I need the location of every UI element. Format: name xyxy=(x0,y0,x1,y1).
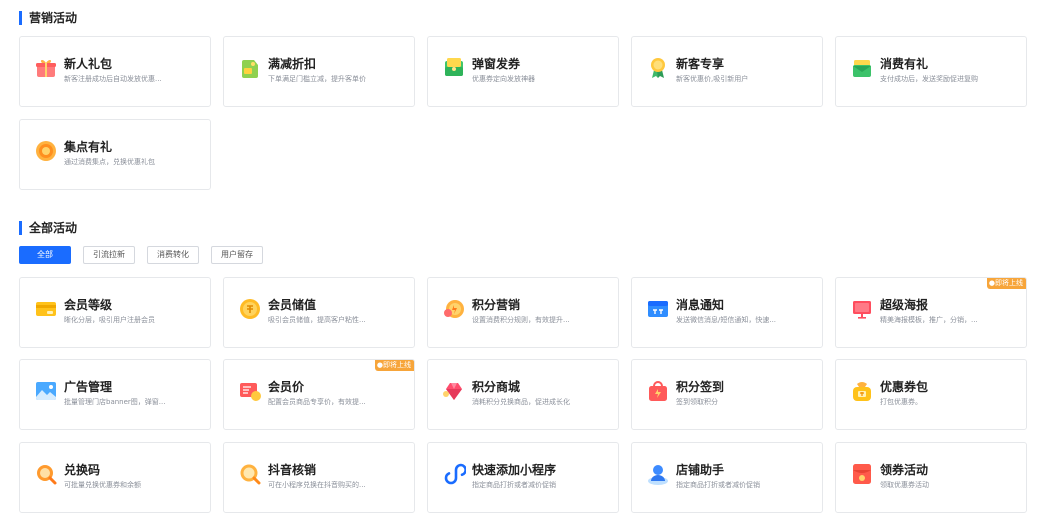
marketing-card[interactable]: 新人礼包新客注册成功后自动发放优惠... xyxy=(19,36,211,107)
card-title: 领券活动 xyxy=(880,463,929,477)
card-title: 新人礼包 xyxy=(64,57,113,71)
card-description: 可批量兑换优惠券和余额 xyxy=(64,481,141,489)
card-description: 精美海报模板，推广，分销，... xyxy=(880,316,978,324)
card-description: 新客优惠价,吸引新用户 xyxy=(676,75,749,83)
marketing-card[interactable]: 新客专享新客优惠价,吸引新用户 xyxy=(631,36,823,107)
card-title: 快速添加小程序 xyxy=(472,463,557,477)
card-title: 兑换码 xyxy=(64,463,101,477)
marketing-card[interactable]: 集点有礼通过消费集点，兑换优惠礼包 xyxy=(19,119,211,190)
card-description: 设置消费积分规则，有效提升... xyxy=(472,316,570,324)
activity-card[interactable]: 积分签到签到领取积分 xyxy=(631,359,823,430)
activity-card[interactable]: 会员储值吸引会员储值，提高客户粘性... xyxy=(223,277,415,348)
discount-tag-icon xyxy=(238,56,262,80)
card-title: 会员储值 xyxy=(268,298,317,312)
activity-card[interactable]: 兑换码可批量兑换优惠券和余额 xyxy=(19,442,211,513)
activity-card[interactable]: 积分营销设置消费积分规则，有效提升... xyxy=(427,277,619,348)
message-icon xyxy=(646,297,670,321)
activity-card[interactable]: 超级海报精美海报模板，推广，分销，... ●即将上线 xyxy=(835,277,1027,348)
card-title: 优惠券包 xyxy=(880,380,929,394)
card-title: 广告管理 xyxy=(64,380,113,394)
marketing-card[interactable]: 满减折扣下单满足门槛立减，提升客单价 xyxy=(223,36,415,107)
tab-all[interactable]: 全部 xyxy=(19,246,71,264)
card-description: 通过消费集点，兑换优惠礼包 xyxy=(64,158,155,166)
card-description: 下单满足门槛立减，提升客单价 xyxy=(268,75,366,83)
poster-icon xyxy=(850,297,874,321)
tab-conversion[interactable]: 消费转化 xyxy=(147,246,199,264)
card-title: 积分营销 xyxy=(472,298,521,312)
card-description: 打包优惠券。 xyxy=(880,398,922,406)
activity-card[interactable]: 积分商城消耗积分兑换商品，促进成长化 xyxy=(427,359,619,430)
card-description: 签到领取积分 xyxy=(676,398,718,406)
card-description: 吸引会员储值，提高客户粘性... xyxy=(268,316,366,324)
card-description: 新客注册成功后自动发放优惠... xyxy=(64,75,162,83)
card-description: 发送微信消息/短信通知，快速... xyxy=(676,316,777,324)
activity-card[interactable]: 领券活动领取优惠券活动 xyxy=(835,442,1027,513)
points-coin-icon xyxy=(34,139,58,163)
red-envelope-icon xyxy=(850,462,874,486)
activity-card[interactable]: 店铺助手指定商品打折或者减价促销 xyxy=(631,442,823,513)
card-description: 指定商品打折或者减价促销 xyxy=(472,481,556,489)
section-title-marketing: 营销活动 xyxy=(19,11,77,25)
card-title: 会员等级 xyxy=(64,298,113,312)
tab-retention[interactable]: 用户留存 xyxy=(211,246,263,264)
activity-card[interactable]: 快速添加小程序指定商品打折或者减价促销 xyxy=(427,442,619,513)
card-title: 抖音核销 xyxy=(268,463,317,477)
tab-acquisition[interactable]: 引流拉新 xyxy=(83,246,135,264)
coin-icon xyxy=(238,297,262,321)
card-description: 批量管理门店banner图，弹窗... xyxy=(64,398,166,406)
sign-in-bag-icon xyxy=(646,379,670,403)
douyin-verify-icon xyxy=(238,462,262,486)
points-icon xyxy=(442,297,466,321)
marketing-card[interactable]: 弹窗发券优惠券定向发放神器 xyxy=(427,36,619,107)
card-title: 消息通知 xyxy=(676,298,725,312)
vip-card-icon xyxy=(34,297,58,321)
gem-icon xyxy=(442,379,466,403)
medal-icon xyxy=(646,56,670,80)
card-title: 积分商城 xyxy=(472,380,521,394)
card-description: 指定商品打折或者减价促销 xyxy=(676,481,760,489)
card-title: 弹窗发券 xyxy=(472,57,521,71)
activity-card[interactable]: 会员价配置会员商品专享价，有效提... ●即将上线 xyxy=(223,359,415,430)
card-title: 超级海报 xyxy=(880,298,929,312)
card-description: 可在小程序兑换在抖音购买的... xyxy=(268,481,366,489)
card-description: 优惠券定向发放神器 xyxy=(472,75,535,83)
mini-program-icon xyxy=(442,462,466,486)
assistant-icon xyxy=(646,462,670,486)
redeem-code-icon xyxy=(34,462,58,486)
activity-card[interactable]: 抖音核销可在小程序兑换在抖音购买的... xyxy=(223,442,415,513)
activity-card[interactable]: 优惠券包打包优惠券。 xyxy=(835,359,1027,430)
card-title: 消费有礼 xyxy=(880,57,929,71)
coupon-bag-icon xyxy=(850,379,874,403)
card-description: 消耗积分兑换商品，促进成长化 xyxy=(472,398,570,406)
card-title: 会员价 xyxy=(268,380,305,394)
reward-envelope-icon xyxy=(850,56,874,80)
card-title: 新客专享 xyxy=(676,57,725,71)
popup-coupon-icon xyxy=(442,56,466,80)
card-description: 领取优惠券活动 xyxy=(880,481,929,489)
card-title: 店铺助手 xyxy=(676,463,725,477)
member-price-icon xyxy=(238,379,262,403)
card-title: 集点有礼 xyxy=(64,140,113,154)
card-title: 积分签到 xyxy=(676,380,725,394)
gift-icon xyxy=(34,56,58,80)
card-description: 晰化分层，吸引用户注册会员 xyxy=(64,316,155,324)
card-description: 配置会员商品专享价，有效提... xyxy=(268,398,366,406)
activity-card[interactable]: 广告管理批量管理门店banner图，弹窗... xyxy=(19,359,211,430)
ad-image-icon xyxy=(34,379,58,403)
card-title: 满减折扣 xyxy=(268,57,317,71)
activity-card[interactable]: 会员等级晰化分层，吸引用户注册会员 xyxy=(19,277,211,348)
card-description: 支付成功后，发送奖励促进复购 xyxy=(880,75,978,83)
coming-soon-badge: ●即将上线 xyxy=(986,278,1026,289)
activity-card[interactable]: 消息通知发送微信消息/短信通知，快速... xyxy=(631,277,823,348)
section-title-all: 全部活动 xyxy=(19,221,77,235)
marketing-card[interactable]: 消费有礼支付成功后，发送奖励促进复购 xyxy=(835,36,1027,107)
coming-soon-badge: ●即将上线 xyxy=(374,360,414,371)
